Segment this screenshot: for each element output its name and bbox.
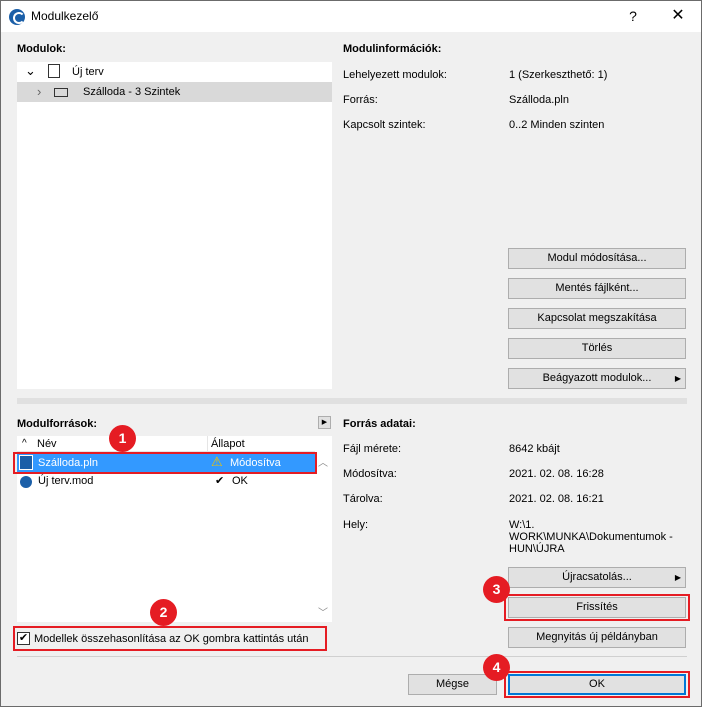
tree-item-hotel-module[interactable]: › Szálloda - 3 Szintek [17,82,332,102]
list-item-new-plan-source[interactable]: Új terv.mod ✔ OK [17,472,315,490]
close-button[interactable]: ✕ [663,5,693,27]
highlight-ok-button [504,671,690,698]
highlight-refresh-button [504,594,690,621]
arrow-right-icon: ▶ [321,419,328,426]
source-data-label: Fájl mérete: [343,443,402,455]
scroll-up-button[interactable]: ︿ [318,454,328,469]
cancel-button[interactable]: Mégse [408,674,497,695]
module-info-heading: Modulinformációk: [343,43,442,55]
embedded-modules-button[interactable]: Beágyazott modulok... ▶ [508,368,686,389]
source-location-value: W:\1. WORK\MUNKA\Dokumentumok - HUN\ÚJRA [509,519,673,555]
tree-item-label: Új terv [72,66,104,78]
module-manager-dialog: Modulkezelő ? ✕ Modulok: ⌄ Új terv › Szá… [0,0,702,707]
break-link-button[interactable]: Kapcsolat megszakítása [508,308,686,329]
tree-item-new-plan[interactable]: ⌄ Új terv [17,62,332,82]
info-label: Lehelyezett modulok: [343,69,447,81]
archicad-logo-icon [9,9,25,25]
button-label: Törlés [581,342,613,354]
button-label: Beágyazott modulok... [542,372,652,384]
divider [17,398,687,404]
dialog-content: Modulok: ⌄ Új terv › Szálloda - 3 Szinte… [1,32,701,706]
source-data-value: 2021. 02. 08. 16:28 [509,468,604,480]
expand-sources-button[interactable]: ▶ [318,416,331,429]
button-label: Mentés fájlként... [555,282,639,294]
expand-arrow-icon: ▶ [674,573,681,582]
button-label: Modul módosítása... [547,252,647,264]
source-data-value: 2021. 02. 08. 16:21 [509,493,604,505]
info-value: 0..2 Minden szinten [509,119,605,131]
source-status: OK [232,475,248,487]
mod-file-icon [20,476,32,488]
list-header: ^ Név Állapot [17,436,315,452]
check-icon: ✔ [215,475,225,487]
column-divider [207,436,208,452]
module-icon [54,88,68,97]
help-button[interactable]: ? [621,5,645,27]
delete-button[interactable]: Törlés [508,338,686,359]
callout-badge-1: 1 [109,425,136,452]
info-value: 1 (Szerkeszthető: 1) [509,69,608,81]
scroll-down-button[interactable]: ﹀ [318,604,328,619]
tree-item-label: Szálloda - 3 Szintek [83,86,181,98]
source-data-label: Tárolva: [343,493,383,505]
info-label: Forrás: [343,94,378,106]
chevron-right-icon[interactable]: › [37,84,41,99]
column-header-name[interactable]: Név [37,438,57,450]
relink-button[interactable]: Újracsatolás... ▶ [508,567,686,588]
info-label: Kapcsolt szintek: [343,119,426,131]
source-name: Új terv.mod [38,475,94,487]
file-icon [48,64,60,78]
button-label: Megnyitás új példányban [536,631,658,643]
source-data-label: Hely: [343,519,369,531]
callout-badge-2: 2 [150,599,177,626]
footer-divider [17,656,687,657]
info-value: Szálloda.pln [509,94,569,106]
callout-badge-4: 4 [483,654,510,681]
edit-module-button[interactable]: Modul módosítása... [508,248,686,269]
module-sources-heading: Modulforrások: [17,418,98,430]
title-bar: Modulkezelő ? ✕ [1,1,701,32]
chevron-up-icon: ^ [22,438,27,449]
source-data-heading: Forrás adatai: [343,418,416,430]
column-header-status[interactable]: Állapot [211,438,245,450]
modules-tree[interactable]: ⌄ Új terv › Szálloda - 3 Szintek [17,62,332,389]
highlight-compare-checkbox [13,626,327,651]
save-as-file-button[interactable]: Mentés fájlként... [508,278,686,299]
button-label: Újracsatolás... [562,571,632,583]
source-data-value: 8642 kbájt [509,443,560,455]
source-data-label: Módosítva: [343,468,397,480]
modules-heading: Modulok: [17,43,66,55]
expand-arrow-icon: ▶ [674,374,681,383]
button-label: Kapcsolat megszakítása [537,312,657,324]
chevron-down-icon[interactable]: ⌄ [25,63,36,79]
callout-badge-3: 3 [483,576,510,603]
highlight-modified-source [13,452,317,474]
window-title: Modulkezelő [31,9,99,23]
button-label: Mégse [435,678,470,690]
open-new-instance-button[interactable]: Megnyitás új példányban [508,627,686,648]
